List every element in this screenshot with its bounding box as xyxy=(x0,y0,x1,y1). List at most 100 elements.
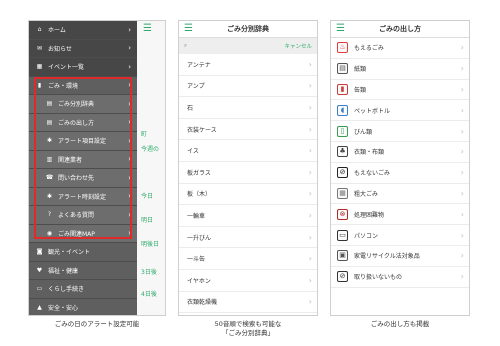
chevron-right-icon: › xyxy=(460,105,464,115)
dictionary-list: アンテナ › アンプ › 石 › 衣装ケース › イス › 板ガラス › 板（木） › 一輪車 › 一升びん › 一… xyxy=(179,54,317,315)
disposal-item[interactable]: ◖ ペットボトル › xyxy=(331,100,469,122)
background-label: 今日 xyxy=(141,193,154,200)
can-icon: ▮ xyxy=(337,83,348,95)
header-bar: ☰ ごみ分別辞典 xyxy=(179,21,317,38)
dictionary-item-label: 石 xyxy=(187,104,194,112)
prohibited-icon: ⊘ xyxy=(337,271,348,283)
disposal-item-label: 取り扱いないもの xyxy=(354,274,403,282)
furniture-icon: ▦ xyxy=(337,187,348,199)
phone-disposal-screen: ☰ ごみの出し方 ♨ もえるごみ › ▤ 紙類 › ▮ 缶類 › ◖ ペットボトル › ▯ びん類 › ♣ 衣類… xyxy=(330,20,470,316)
noburn-icon: ⊘ xyxy=(337,167,348,179)
disposal-item[interactable]: ⊘ もえないごみ › xyxy=(331,163,469,184)
chevron-right-icon: › xyxy=(460,126,464,136)
dictionary-item-label: 板ガラス xyxy=(187,169,211,177)
dictionary-item-label: 一斗缶 xyxy=(187,256,206,264)
background-label: 町 xyxy=(141,131,148,138)
chevron-right-icon: › xyxy=(308,146,312,156)
dictionary-item[interactable]: 一斗缶 › xyxy=(179,248,317,270)
disposal-item[interactable]: ♨ もえるごみ › xyxy=(331,38,469,59)
background-label: 4日後 xyxy=(141,291,157,298)
menu-item-label: 福祉・健康 xyxy=(48,267,79,275)
chevron-right-icon: › xyxy=(308,124,312,134)
disposal-item[interactable]: ▯ びん類 › xyxy=(331,121,469,142)
caption-3: ごみの出し方も掲載 xyxy=(370,320,430,328)
search-bar[interactable]: ⌕ キャンセル xyxy=(179,38,317,54)
document-icon: ▭ xyxy=(36,285,43,293)
disposal-item[interactable]: ⊘ 取り扱いないもの › xyxy=(331,267,469,288)
hamburger-icon[interactable]: ☰ xyxy=(143,24,152,34)
menu-item-14[interactable]: ▭ くらし手続き xyxy=(29,280,137,299)
menu-item-12[interactable]: ◙ 観光・イベント xyxy=(29,243,137,262)
dictionary-item[interactable]: 板（木） › xyxy=(179,184,317,206)
bottle-icon: ◖ xyxy=(337,104,348,116)
dictionary-item[interactable]: アンテナ › xyxy=(179,54,317,76)
hamburger-icon[interactable]: ☰ xyxy=(336,24,345,34)
disposal-item-label: 紙類 xyxy=(354,66,367,74)
disposal-item-label: 粗大ごみ xyxy=(354,190,379,198)
dictionary-item[interactable]: 石 › xyxy=(179,97,317,119)
disposal-item-label: パソコン xyxy=(354,232,379,240)
dictionary-item-label: イス xyxy=(187,148,199,156)
disposal-item[interactable]: ♣ 衣類・布類 › xyxy=(331,142,469,163)
background-label: 今週の xyxy=(141,146,160,153)
disposal-item[interactable]: ▦ 粗大ごみ › xyxy=(331,184,469,205)
shirt-icon: ♣ xyxy=(337,146,348,158)
chevron-right-icon: › xyxy=(308,232,312,242)
disposal-item[interactable]: ▣ 家電リサイクル法対象品 › xyxy=(331,246,469,267)
dictionary-item[interactable]: 板ガラス › xyxy=(179,162,317,184)
background-label: 明日 xyxy=(141,217,154,224)
dictionary-item-label: 一輪車 xyxy=(187,212,206,220)
menu-item-15[interactable]: ▲ 安全・安心 xyxy=(29,298,137,315)
dictionary-item[interactable]: 印鑑（ハンコ）› xyxy=(179,313,317,315)
chevron-right-icon: › xyxy=(460,251,464,261)
background-label: 3日後 xyxy=(141,269,157,276)
menu-item-label: 観光・イベント xyxy=(48,249,91,257)
dictionary-item[interactable]: 一升びん › xyxy=(179,227,317,249)
disposal-item[interactable]: ▤ 紙類 › xyxy=(331,59,469,80)
dictionary-item[interactable]: 衣類乾燥機 › xyxy=(179,292,317,314)
fire-icon: ♨ xyxy=(337,42,348,54)
hamburger-icon[interactable]: ☰ xyxy=(184,24,193,34)
dictionary-item[interactable]: イス › xyxy=(179,140,317,162)
header-bar: ☰ ごみの出し方 xyxy=(331,21,469,38)
disposal-item-label: もえないごみ xyxy=(354,170,391,178)
chevron-right-icon: › xyxy=(460,43,464,53)
chevron-right-icon: › xyxy=(308,189,312,199)
dictionary-item[interactable]: 衣装ケース › xyxy=(179,119,317,141)
search-icon: ⌕ xyxy=(184,42,188,49)
menu-item-13[interactable]: ♥ 福祉・健康 xyxy=(29,261,137,280)
disposal-item[interactable]: ▭ パソコン › xyxy=(331,225,469,246)
menu-item-2[interactable]: ▦ イベント一覧 › xyxy=(29,58,137,77)
heart-icon: ♥ xyxy=(36,266,43,274)
disposal-item[interactable]: ⊗ 処理困難物 › xyxy=(331,204,469,226)
chevron-right-icon: › xyxy=(460,84,464,94)
dictionary-item-label: アンプ xyxy=(187,83,205,91)
disposal-item-label: もえるごみ xyxy=(354,45,384,53)
home-icon: ⌂ xyxy=(37,26,42,34)
dictionary-item-label: 衣装ケース xyxy=(187,126,217,134)
dictionary-item[interactable]: イヤホン › xyxy=(179,270,317,292)
disposal-item-label: 衣類・布類 xyxy=(354,149,385,157)
cancel-button[interactable]: キャンセル xyxy=(284,42,312,50)
caption-2: 50音順で検索も可能な 「ごみ分別辞典」 xyxy=(214,320,282,337)
chevron-right-icon: › xyxy=(460,230,464,240)
disposal-item-label: 缶類 xyxy=(354,86,367,94)
menu-item-1[interactable]: ✉ お知らせ › xyxy=(29,39,137,58)
disposal-item-label: ペットボトル xyxy=(354,107,391,115)
chevron-right-icon: › xyxy=(460,64,464,74)
menu-item-label: ホーム xyxy=(48,27,66,35)
chevron-right-icon: › xyxy=(308,297,312,307)
dictionary-item[interactable]: アンプ › xyxy=(179,76,317,98)
chevron-right-icon: › xyxy=(460,168,464,178)
camera-icon: ◙ xyxy=(36,248,43,256)
background-label: 明後日 xyxy=(141,241,160,248)
menu-item-label: くらし手続き xyxy=(48,286,85,294)
disposal-item[interactable]: ▮ 缶類 › xyxy=(331,80,469,101)
caption-1: ごみの日のアラート設定可能 xyxy=(54,320,140,328)
page-title: ごみ分別辞典 xyxy=(227,25,269,33)
menu-item-label: 安全・安心 xyxy=(48,304,79,312)
warning-icon: ▲ xyxy=(37,303,42,311)
menu-item-label: イベント一覧 xyxy=(48,64,85,72)
dictionary-item[interactable]: 一輪車 › xyxy=(179,205,317,227)
menu-item-0[interactable]: ⌂ ホーム › xyxy=(29,21,137,40)
